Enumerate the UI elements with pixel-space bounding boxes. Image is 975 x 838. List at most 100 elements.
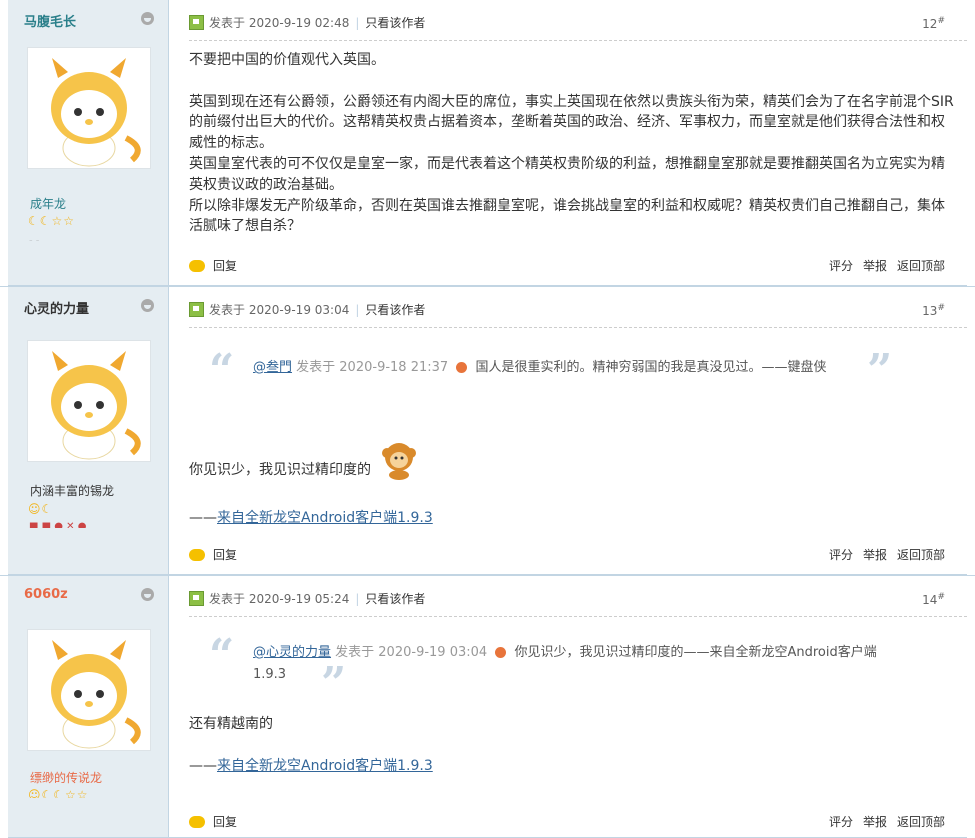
paragraph — [189, 481, 955, 502]
quote-close-icon: ” — [321, 658, 347, 709]
author-name[interactable]: 马腹毛长 — [24, 11, 76, 30]
back-to-top-button[interactable]: 返回顶部 — [897, 257, 945, 274]
rate-button[interactable]: 评分 — [829, 813, 853, 830]
quote-user-link[interactable]: @心灵的力量 — [253, 645, 331, 660]
paragraph: 所以除非爆发无产阶级革命，否则在英国谁去推翻皇室呢，谁会挑战皇室的利益和权威呢？… — [189, 197, 945, 235]
floor-value: 14 — [922, 593, 938, 607]
report-button[interactable]: 举报 — [863, 257, 887, 274]
reply-bubble-icon — [189, 815, 205, 828]
rank-stars: ☾☾☆☆ — [28, 214, 76, 228]
reply-button[interactable]: 回复 — [213, 813, 237, 830]
header-divider — [189, 616, 967, 617]
floor-number[interactable]: 14# — [922, 592, 945, 607]
quote-open-icon: “ — [209, 630, 235, 681]
avatar[interactable] — [27, 340, 151, 462]
avatar[interactable] — [27, 629, 151, 751]
rate-button[interactable]: 评分 — [829, 546, 853, 563]
header-divider — [189, 327, 967, 328]
author-name[interactable]: 6060z — [24, 587, 68, 602]
paragraph: 英国到现在还有公爵领，公爵领还有内阁大臣的席位，事实上英国现在依然以贵族头衔为荣… — [189, 93, 954, 152]
user-rank: 内涵丰富的锡龙 — [30, 484, 115, 498]
only-author-link[interactable]: 只看该作者 — [365, 590, 425, 607]
quote-open-icon: “ — [209, 345, 235, 396]
report-button[interactable]: 举报 — [863, 813, 887, 830]
reply-text-line: 你见识少，我见识过精印度的 — [189, 437, 955, 481]
post-body: 发表于 2020-9-19 02:48 | 只看该作者 12# 不要把中国的价值… — [169, 0, 967, 286]
quote-jump-icon[interactable] — [495, 647, 507, 658]
post-footer: 回复 评分 举报 返回顶部 — [189, 257, 945, 274]
back-to-top-button[interactable]: 返回顶部 — [897, 813, 945, 830]
reply-button[interactable]: 回复 — [213, 546, 237, 563]
post-body: 发表于 2020-9-19 05:24 | 只看该作者 14# “ @心灵的力量… — [169, 576, 967, 838]
client-link[interactable]: 来自全新龙空Android客户端1.9.3 — [217, 758, 433, 774]
quote-text: 国人是很重实利的。精神穷弱国的我是真没见过。——键盘侠 — [475, 360, 827, 375]
post-datetime: 2020-9-19 02:48 — [248, 15, 350, 30]
post-header: 发表于 2020-9-19 02:48 | 只看该作者 — [189, 14, 425, 31]
client-link[interactable]: 来自全新龙空Android客户端1.9.3 — [217, 510, 433, 526]
paragraph — [189, 735, 955, 756]
quote-datetime: 发表于 2020-9-18 21:37 — [296, 360, 449, 375]
only-author-link[interactable]: 只看该作者 — [365, 14, 425, 31]
truncated-info: - - — [29, 236, 39, 241]
posted-label: 发表于 — [209, 592, 246, 606]
post-12: 马腹毛长 成年龙 ☾☾☆☆ - - 发表于 2020-9-19 02:48 | … — [0, 0, 975, 286]
posted-label: 发表于 — [209, 16, 246, 30]
monkey-emoticon — [382, 443, 417, 480]
quote-jump-icon[interactable] — [456, 362, 468, 373]
floor-mark: # — [937, 303, 945, 313]
user-online-icon — [141, 299, 154, 312]
author-sidebar: 马腹毛长 成年龙 ☾☾☆☆ - - — [8, 0, 169, 286]
author-sidebar: 6060z 缥缈的传说龙 ☺☾☾☆☆ — [8, 576, 169, 838]
dragon-avatar-icon — [51, 640, 141, 749]
rank-stars: ☺☾ — [28, 502, 54, 516]
post-actions: 评分 举报 返回顶部 — [829, 546, 945, 563]
quote-close-icon: ” — [867, 345, 893, 396]
rate-button[interactable]: 评分 — [829, 257, 853, 274]
signature: ——来自全新龙空Android客户端1.9.3 — [189, 508, 955, 529]
quote-user-link[interactable]: @叁門 — [253, 360, 292, 375]
signature-prefix: —— — [189, 757, 217, 774]
dragon-avatar-icon — [51, 58, 141, 167]
post-footer: 回复 评分 举报 返回顶部 — [189, 546, 945, 563]
floor-mark: # — [937, 16, 945, 26]
post-13: 心灵的力量 内涵丰富的锡龙 ☺☾ ■ ■ ● ✕ ● 发表于 2020-9-19… — [0, 286, 975, 575]
quote-block: @心灵的力量 发表于 2020-9-19 03:04 你见识少，我见识过精印度的… — [253, 642, 887, 686]
floor-value: 13 — [922, 304, 938, 318]
signature-prefix: —— — [189, 509, 217, 526]
post-body: 发表于 2020-9-19 03:04 | 只看该作者 13# “ @叁門 发表… — [169, 287, 967, 575]
truncated-info: ■ ■ ● ✕ ● — [29, 521, 87, 528]
post-icon — [189, 591, 204, 606]
user-rank: 缥缈的传说龙 — [30, 771, 103, 785]
post-content: 不要把中国的价值观代入英国。 英国到现在还有公爵领，公爵领还有内阁大臣的席位，事… — [189, 50, 955, 237]
post-content: 还有精越南的 ——来自全新龙空Android客户端1.9.3 — [189, 714, 955, 776]
user-online-icon — [141, 12, 154, 25]
user-rank: 成年龙 — [30, 197, 67, 211]
user-online-icon — [141, 588, 154, 601]
post-footer: 回复 评分 举报 返回顶部 — [189, 813, 945, 830]
paragraph: 英国皇室代表的可不仅仅是皇室一家，而是代表着这个精英权贵阶级的利益，想推翻皇室那… — [189, 155, 945, 193]
author-sidebar: 心灵的力量 内涵丰富的锡龙 ☺☾ ■ ■ ● ✕ ● — [8, 287, 169, 575]
posted-label: 发表于 — [209, 303, 246, 317]
reply-text: 还有精越南的 — [189, 716, 273, 732]
back-to-top-button[interactable]: 返回顶部 — [897, 546, 945, 563]
author-name[interactable]: 心灵的力量 — [24, 298, 89, 317]
post-header: 发表于 2020-9-19 05:24 | 只看该作者 — [189, 590, 425, 607]
post-icon — [189, 302, 204, 317]
floor-number[interactable]: 13# — [922, 303, 945, 318]
signature: ——来自全新龙空Android客户端1.9.3 — [189, 756, 955, 777]
reply-bubble-icon — [189, 548, 205, 561]
floor-mark: # — [937, 592, 945, 602]
floor-number[interactable]: 12# — [922, 16, 945, 31]
quote-datetime: 发表于 2020-9-19 03:04 — [335, 645, 488, 660]
report-button[interactable]: 举报 — [863, 546, 887, 563]
divider: | — [355, 15, 360, 30]
post-actions: 评分 举报 返回顶部 — [829, 813, 945, 830]
reply-button[interactable]: 回复 — [213, 257, 237, 274]
only-author-link[interactable]: 只看该作者 — [365, 301, 425, 318]
paragraph: 不要把中国的价值观代入英国。 — [189, 52, 385, 68]
divider: | — [355, 302, 360, 317]
avatar[interactable] — [27, 47, 151, 169]
quote-block: @叁門 发表于 2020-9-18 21:37 国人是很重实利的。精神穷弱国的我… — [253, 357, 877, 379]
post-content: 你见识少，我见识过精印度的 ——来自全新龙空Android客户端1.9.3 — [189, 437, 955, 529]
post-icon — [189, 15, 204, 30]
